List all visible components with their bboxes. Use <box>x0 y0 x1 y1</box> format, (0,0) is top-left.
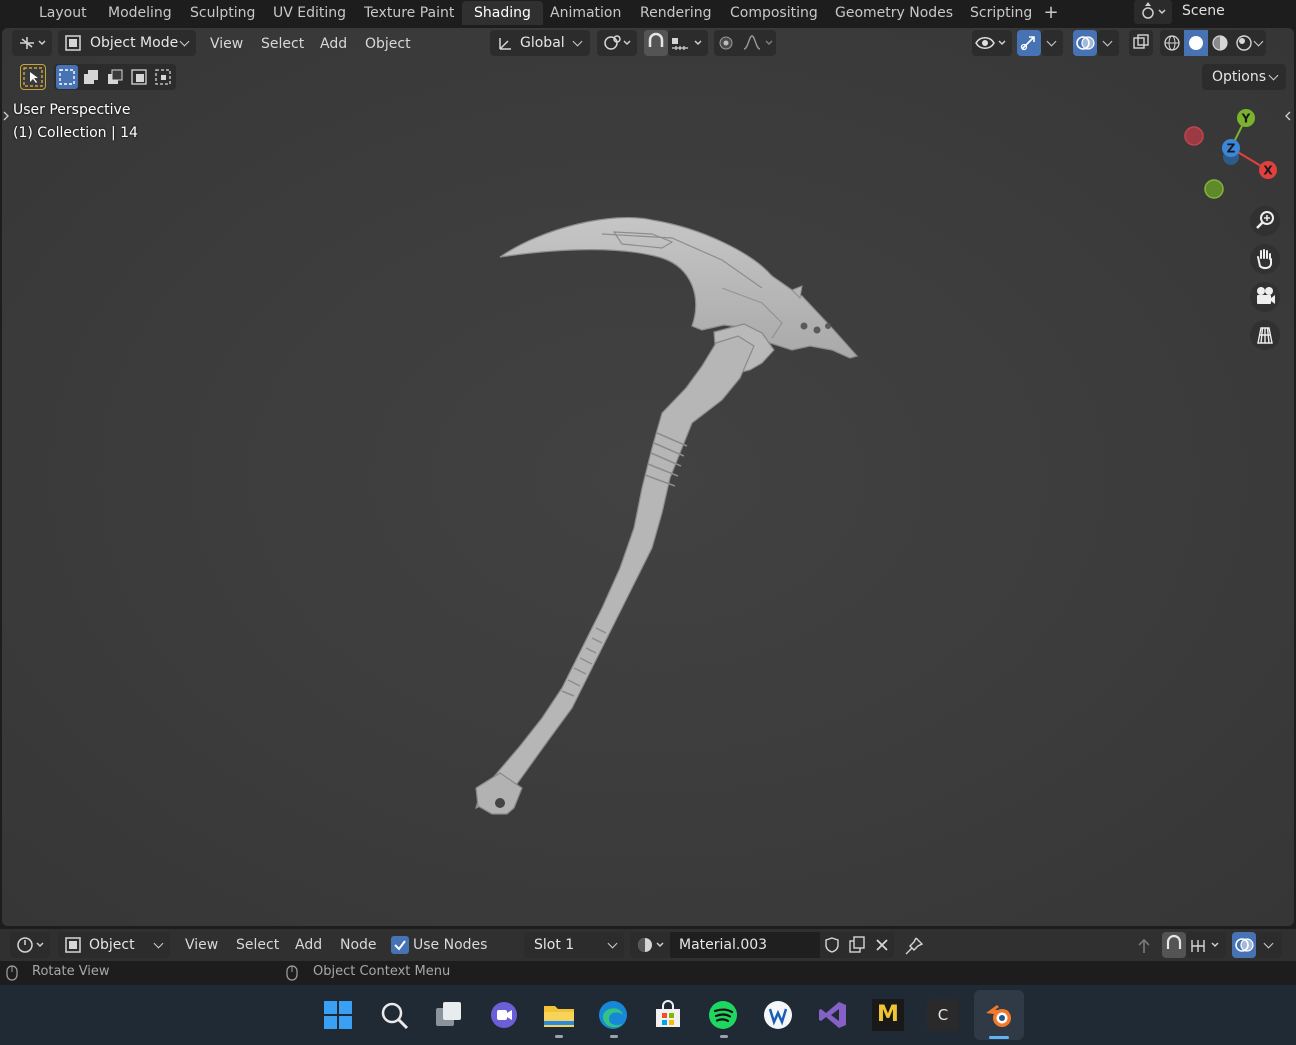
app-c-icon[interactable]: C <box>927 999 959 1031</box>
edge-icon[interactable] <box>597 999 629 1031</box>
tab-texture-paint[interactable]: Texture Paint <box>352 1 466 25</box>
search-icon[interactable] <box>378 999 410 1031</box>
teams-chat-icon[interactable] <box>488 999 520 1031</box>
shader-editor-icon <box>17 937 44 953</box>
parent-node-tree-icon[interactable] <box>1132 933 1156 959</box>
checkmark-icon <box>394 940 406 951</box>
tab-rendering[interactable]: Rendering <box>628 1 724 25</box>
spotify-icon[interactable] <box>707 999 739 1031</box>
maya-icon[interactable]: M <box>872 999 904 1031</box>
node-menu-add[interactable]: Add <box>295 935 322 955</box>
app-w-icon[interactable] <box>762 999 794 1031</box>
scene-selector-button[interactable] <box>1134 0 1172 24</box>
running-indicator <box>555 1035 563 1038</box>
tab-compositing[interactable]: Compositing <box>718 1 830 25</box>
tab-scripting[interactable]: Scripting <box>958 1 1044 25</box>
status-middle-hint: Object Context Menu <box>313 964 451 979</box>
scythe-model[interactable] <box>2 28 1294 926</box>
chevron-down-icon <box>153 938 164 949</box>
task-view-icon[interactable] <box>433 999 465 1031</box>
tab-shading[interactable]: Shading <box>462 1 543 25</box>
status-bar: Rotate View Object Context Menu <box>0 961 1296 985</box>
tab-sculpting[interactable]: Sculpting <box>178 1 267 25</box>
status-left-hint: Rotate View <box>32 964 110 979</box>
mouse-left-icon <box>6 965 18 981</box>
node-menu-node[interactable]: Node <box>340 935 377 955</box>
scene-icon <box>1142 2 1166 19</box>
add-workspace-button[interactable]: + <box>1041 0 1061 26</box>
unlink-material-icon[interactable] <box>870 932 894 958</box>
mouse-right-icon <box>286 965 298 981</box>
duplicate-material-icon[interactable] <box>845 932 869 958</box>
magnet-icon <box>1166 934 1182 949</box>
material-name-field[interactable]: Material.003 <box>670 932 820 958</box>
node-menu-select[interactable]: Select <box>236 935 279 955</box>
active-indicator <box>989 1036 1009 1039</box>
windows-taskbar: M C <box>0 985 1296 1045</box>
overlays-icon <box>1235 938 1254 952</box>
use-nodes-label[interactable]: Use Nodes <box>413 935 487 955</box>
visual-studio-icon[interactable] <box>817 999 849 1031</box>
workspace-tab-bar: Layout Modeling Sculpting UV Editing Tex… <box>0 0 1296 26</box>
node-menu-view[interactable]: View <box>185 935 218 955</box>
tab-geometry-nodes[interactable]: Geometry Nodes <box>823 1 965 25</box>
slot-dropdown[interactable]: Slot 1 <box>524 932 624 958</box>
shader-type-dropdown[interactable]: Object <box>58 932 170 958</box>
tab-uv-editing[interactable]: UV Editing <box>261 1 358 25</box>
node-editor-type-button[interactable] <box>10 932 50 958</box>
material-browse-button[interactable] <box>630 932 670 958</box>
node-overlays-dropdown[interactable] <box>1256 932 1282 958</box>
chevron-down-icon <box>1263 938 1274 949</box>
blender-taskbar-item[interactable] <box>974 990 1024 1040</box>
pin-icon[interactable] <box>902 934 926 958</box>
material-sphere-icon <box>638 938 664 952</box>
windows-start-icon[interactable] <box>322 999 354 1031</box>
microsoft-store-icon[interactable] <box>652 999 684 1031</box>
node-snap-toggle[interactable] <box>1162 932 1186 958</box>
object-icon <box>65 937 81 953</box>
tab-modeling[interactable]: Modeling <box>96 1 184 25</box>
slot-label: Slot 1 <box>534 937 575 953</box>
tab-animation[interactable]: Animation <box>538 1 633 25</box>
chevron-down-icon <box>607 938 618 949</box>
node-snap-target-dropdown[interactable] <box>1186 932 1226 958</box>
snap-grid-icon <box>1191 940 1219 952</box>
blender-icon <box>986 1005 1011 1027</box>
running-indicator <box>720 1035 728 1038</box>
3d-viewport[interactable]: Object Mode View Select Add Object Globa… <box>2 28 1294 926</box>
use-nodes-checkbox[interactable] <box>391 936 409 954</box>
shader-type-label: Object <box>89 937 135 953</box>
node-overlays-toggle[interactable] <box>1232 932 1256 958</box>
scene-name-field[interactable]: Scene <box>1172 0 1296 24</box>
material-actions-group <box>820 932 894 958</box>
tab-layout[interactable]: Layout <box>27 1 99 25</box>
material-name: Material.003 <box>679 937 768 953</box>
file-explorer-icon[interactable] <box>542 999 576 1031</box>
running-indicator <box>610 1035 618 1038</box>
fake-user-shield-icon[interactable] <box>820 932 844 958</box>
node-editor-header: Object View Select Add Node Use Nodes Sl… <box>0 929 1296 961</box>
